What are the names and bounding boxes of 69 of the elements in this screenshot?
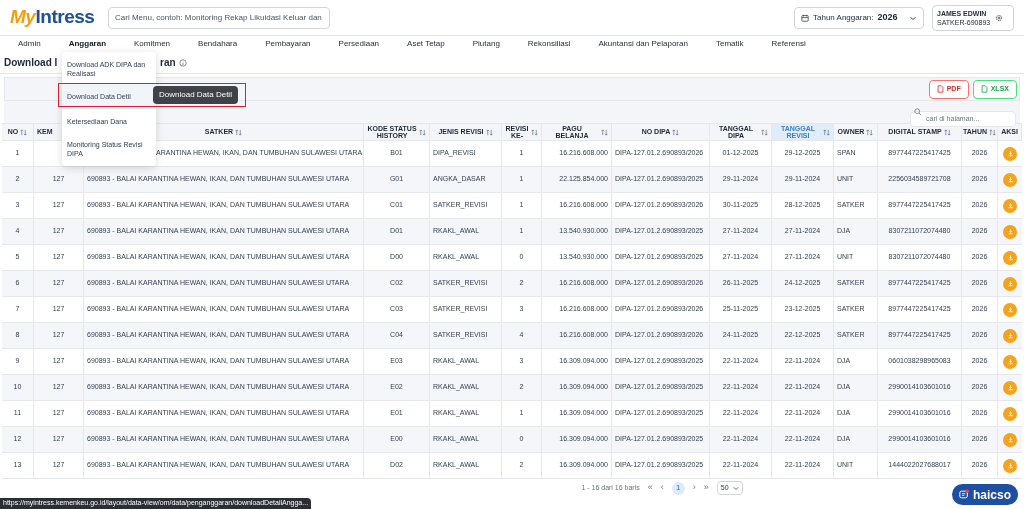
- menu-tab[interactable]: Piutang: [472, 38, 500, 50]
- download-button[interactable]: [1003, 302, 1017, 317]
- sort-icon[interactable]: [20, 128, 28, 136]
- menu-tab[interactable]: Akuntansi dan Pelaporan: [598, 38, 688, 50]
- previous-page-button[interactable]: ‹: [660, 481, 664, 495]
- download-icon: [1006, 384, 1014, 391]
- download-icon: [1006, 436, 1014, 443]
- menu-tab[interactable]: Aset Tetap: [407, 38, 445, 50]
- calendar-icon: [801, 13, 809, 22]
- menu-tab[interactable]: Anggaran: [68, 38, 107, 50]
- menu-tab[interactable]: Pembayaran: [265, 38, 311, 50]
- info-icon: [178, 58, 187, 67]
- sort-icon[interactable]: [823, 128, 830, 136]
- download-icon: [1006, 150, 1014, 157]
- sort-icon[interactable]: [531, 128, 538, 136]
- download-icon: [1006, 280, 1014, 287]
- sort-icon[interactable]: [672, 128, 680, 136]
- tooltip: Download Data Detil: [153, 86, 238, 104]
- first-page-button[interactable]: «: [647, 481, 653, 495]
- download-button[interactable]: [1003, 224, 1017, 239]
- logo[interactable]: MyIntress: [10, 3, 108, 32]
- download-button[interactable]: [1003, 276, 1017, 291]
- last-page-button[interactable]: »: [703, 481, 709, 495]
- next-page-button[interactable]: ›: [692, 481, 696, 495]
- download-icon: [1006, 176, 1014, 183]
- sort-icon[interactable]: [943, 128, 951, 136]
- sort-icon[interactable]: [235, 128, 243, 136]
- sort-icon[interactable]: [601, 128, 608, 136]
- page-title: Download I: [4, 57, 58, 68]
- download-button[interactable]: [1003, 146, 1017, 161]
- sort-icon[interactable]: [866, 128, 874, 136]
- download-icon: [1006, 228, 1014, 235]
- menu-tab[interactable]: Admin: [18, 38, 41, 50]
- settings-icon: [995, 13, 1004, 22]
- download-icon: [1006, 410, 1014, 417]
- download-icon: [1006, 202, 1014, 209]
- download-button[interactable]: [1003, 432, 1017, 447]
- menu-search-field[interactable]: Cari Menu, contoh: Monitoring Rekap Likuidasi Keluar dan: [108, 6, 330, 29]
- menu-tab[interactable]: Tematik: [715, 38, 744, 50]
- download-button[interactable]: [1003, 250, 1017, 265]
- download-button[interactable]: [1003, 354, 1017, 369]
- search-icon: [914, 108, 922, 116]
- file-icon: [936, 85, 944, 93]
- download-icon: [1006, 306, 1014, 313]
- chevron-down-icon: [732, 485, 739, 491]
- file-icon: [980, 85, 988, 93]
- download-icon: [1006, 358, 1014, 365]
- download-icon: [1006, 254, 1014, 261]
- download-button[interactable]: [1003, 198, 1017, 213]
- page-title: ran: [160, 56, 176, 70]
- menu-tab[interactable]: Referensi: [771, 38, 806, 50]
- menu-tab[interactable]: Rekonsiliasi: [527, 38, 571, 50]
- download-icon: [1006, 332, 1014, 339]
- sort-icon[interactable]: [989, 128, 996, 136]
- download-button[interactable]: [1003, 172, 1017, 187]
- sort-icon[interactable]: [761, 128, 768, 136]
- menu-tab[interactable]: Komitmen: [134, 38, 171, 50]
- sort-icon[interactable]: [419, 128, 426, 136]
- download-button[interactable]: [1003, 328, 1017, 343]
- download-icon: [1006, 462, 1014, 469]
- download-button[interactable]: [1003, 380, 1017, 395]
- download-button[interactable]: [1003, 458, 1017, 473]
- sort-icon[interactable]: [485, 128, 493, 136]
- menu-tab[interactable]: Bendahara: [198, 38, 238, 50]
- menu-tab[interactable]: Persediaan: [338, 38, 380, 50]
- download-button[interactable]: [1003, 406, 1017, 421]
- chat-button[interactable]: haicso: [952, 484, 1018, 505]
- year-selector[interactable]: Tahun Anggaran: 2026: [794, 6, 924, 29]
- chat-icon: [959, 489, 969, 500]
